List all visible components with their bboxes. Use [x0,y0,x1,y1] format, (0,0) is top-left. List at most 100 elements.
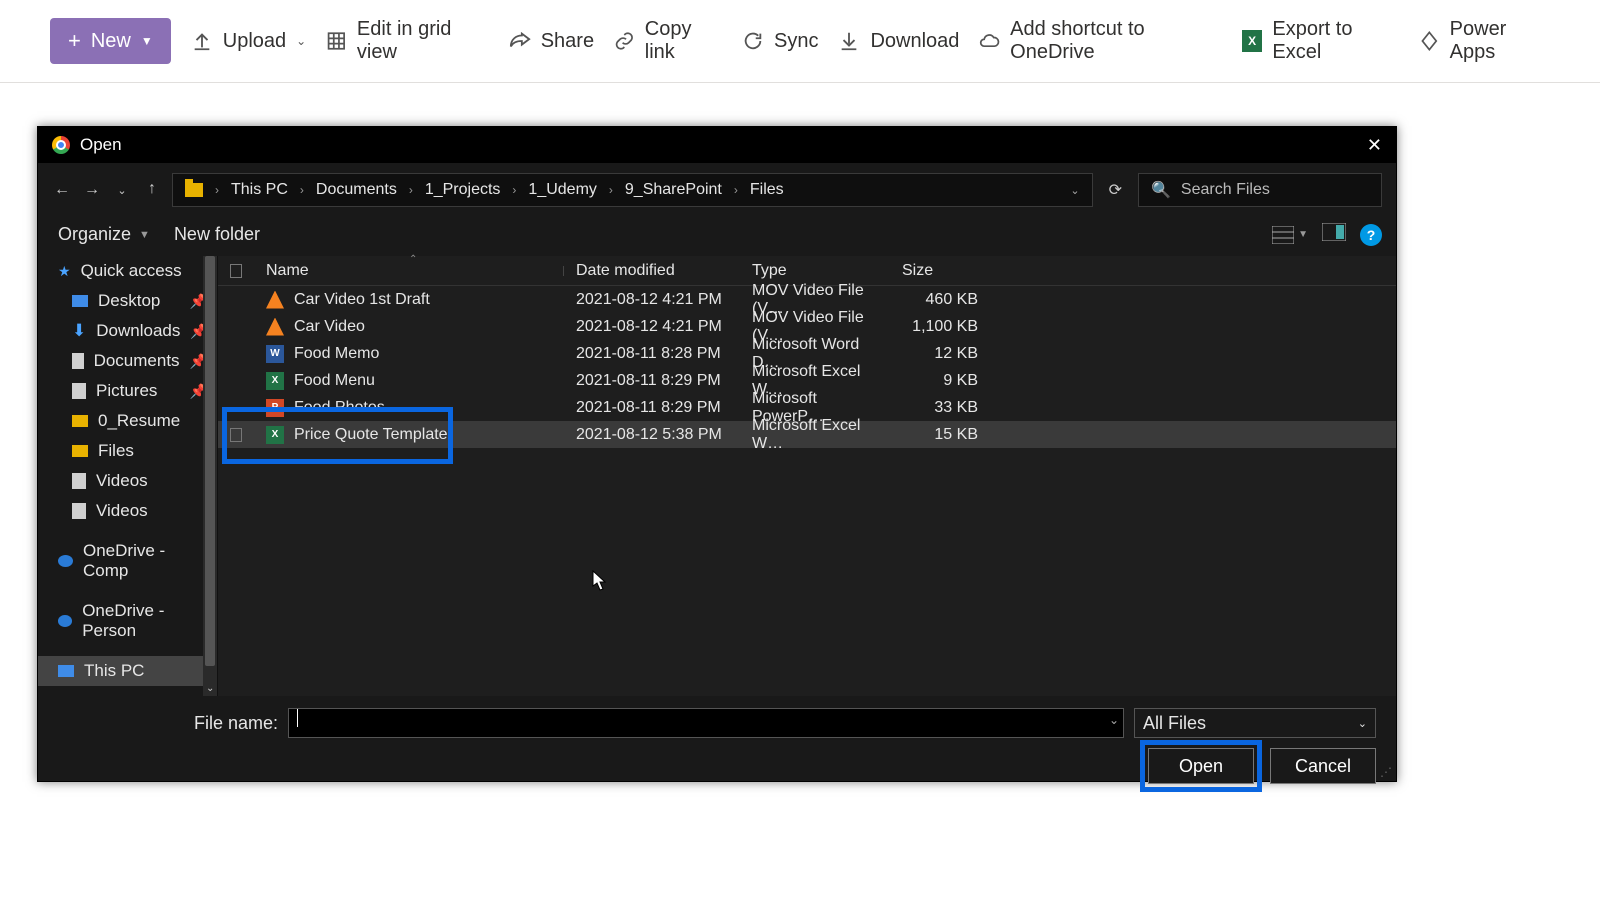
file-date: 2021-08-12 4:21 PM [564,291,740,309]
crumb-files[interactable]: Files [750,181,784,199]
file-size: 15 KB [890,426,990,444]
column-name[interactable]: Name⌃ [254,262,564,280]
select-all-checkbox[interactable] [230,264,242,278]
file-row[interactable]: Price Quote Template 2021-08-12 5:38 PM … [218,421,1396,448]
file-type-filter[interactable]: All Files ⌄ [1134,708,1376,738]
search-icon: 🔍 [1151,180,1171,200]
sidebar-quick-access[interactable]: ★Quick access [38,256,217,286]
back-button[interactable]: ← [52,181,72,199]
file-name-input[interactable]: ⌄ [288,708,1124,738]
new-folder-button[interactable]: New folder [174,224,260,245]
share-button[interactable]: Share [509,30,594,53]
power-apps-label: Power Apps [1450,18,1550,64]
row-checkbox[interactable] [230,428,242,442]
scrollbar-thumb[interactable] [205,256,215,666]
edit-grid-button[interactable]: Edit in grid view [326,18,489,64]
file-name: Food Photos [294,399,385,417]
sidebar-downloads[interactable]: ⬇Downloads📌 [38,316,217,346]
power-apps-icon [1419,30,1440,52]
upload-button[interactable]: Upload ⌄ [191,30,306,53]
open-button[interactable]: Open [1148,748,1254,784]
monitor-icon [58,665,74,677]
file-name: Price Quote Template [294,426,448,444]
sidebar-videos[interactable]: Videos [38,466,217,496]
file-date: 2021-08-11 8:29 PM [564,372,740,390]
desktop-icon [72,295,88,307]
sidebar-onedrive-pers[interactable]: OneDrive - Person [38,596,217,646]
address-bar[interactable]: › This PC › Documents › 1_Projects › 1_U… [172,173,1093,207]
cursor-icon [592,570,608,592]
file-size: 12 KB [890,345,990,363]
sidebar-resume[interactable]: 0_Resume [38,406,217,436]
sidebar-label: This PC [84,661,144,681]
sidebar-videos[interactable]: Videos [38,496,217,526]
videos-icon [72,473,86,489]
cloud-icon [58,555,73,567]
chevron-right-icon: › [409,183,413,197]
sidebar-label: OneDrive - Person [82,601,207,641]
column-date[interactable]: Date modified [564,262,740,280]
recent-button[interactable]: ⌄ [112,184,132,197]
cancel-button[interactable]: Cancel [1270,748,1376,784]
column-size[interactable]: Size [890,262,990,280]
organize-button[interactable]: Organize ▼ [58,224,150,245]
chevron-right-icon: › [512,183,516,197]
search-placeholder: Search Files [1181,181,1270,199]
chevron-down-icon: ⌄ [1358,717,1367,730]
power-apps-button[interactable]: Power Apps [1419,18,1550,64]
ppt-icon [266,399,284,417]
sidebar-this-pc[interactable]: This PC [38,656,217,686]
help-button[interactable]: ? [1360,224,1382,246]
address-dropdown-icon[interactable]: ⌄ [1070,184,1079,197]
chevron-right-icon: › [609,183,613,197]
crumb-udemy[interactable]: 1_Udemy [528,181,596,199]
sidebar-desktop[interactable]: Desktop📌 [38,286,217,316]
sidebar: ★Quick access Desktop📌 ⬇Downloads📌 Docum… [38,256,218,696]
upload-icon [191,30,213,52]
close-button[interactable]: ✕ [1367,135,1382,156]
sync-button[interactable]: Sync [742,30,818,53]
sync-label: Sync [774,30,818,53]
sidebar-pictures[interactable]: Pictures📌 [38,376,217,406]
file-name: Food Menu [294,372,375,390]
chevron-right-icon: › [300,183,304,197]
sidebar-onedrive-comp[interactable]: OneDrive - Comp [38,536,217,586]
copy-link-button[interactable]: Copy link [614,18,722,64]
download-label: Download [870,30,959,53]
sidebar-scrollbar[interactable]: ⌄ [203,256,217,696]
dialog-tools: Organize ▼ New folder ▼ ? [38,217,1396,256]
chevron-down-icon: ▼ [139,229,150,241]
file-size: 1,100 KB [890,318,990,336]
chevron-down-icon: ⌄ [296,34,306,48]
export-excel-button[interactable]: X Export to Excel [1242,18,1399,64]
resize-grip-icon[interactable]: ⋰ [1380,765,1392,779]
preview-pane-button[interactable] [1322,223,1346,246]
file-name-label: File name: [58,713,278,734]
star-icon: ★ [58,263,71,280]
organize-label: Organize [58,224,131,245]
refresh-button[interactable]: ⟳ [1109,180,1122,200]
column-label: Name [266,262,309,279]
search-input[interactable]: 🔍 Search Files [1138,173,1382,207]
add-shortcut-button[interactable]: Add shortcut to OneDrive [979,18,1221,64]
download-button[interactable]: Download [838,30,959,53]
column-type[interactable]: Type [740,262,890,280]
sidebar-files[interactable]: Files [38,436,217,466]
view-details-button[interactable]: ▼ [1272,226,1308,244]
crumb-projects[interactable]: 1_Projects [425,181,501,199]
chevron-right-icon: › [215,183,219,197]
file-date: 2021-08-12 5:38 PM [564,426,740,444]
file-size: 9 KB [890,372,990,390]
sidebar-documents[interactable]: Documents📌 [38,346,217,376]
crumb-sharepoint[interactable]: 9_SharePoint [625,181,722,199]
column-label: Size [902,262,933,279]
crumb-this-pc[interactable]: This PC [231,181,288,199]
new-button[interactable]: + New ▼ [50,18,171,64]
folder-icon [72,415,88,427]
sync-icon [742,30,764,52]
up-button[interactable]: ↑ [142,180,162,198]
dialog-footer: File name: ⌄ All Files ⌄ Open Cancel [38,696,1396,794]
forward-button[interactable]: → [82,181,102,199]
crumb-documents[interactable]: Documents [316,181,397,199]
chevron-down-icon[interactable]: ⌄ [1109,713,1119,727]
